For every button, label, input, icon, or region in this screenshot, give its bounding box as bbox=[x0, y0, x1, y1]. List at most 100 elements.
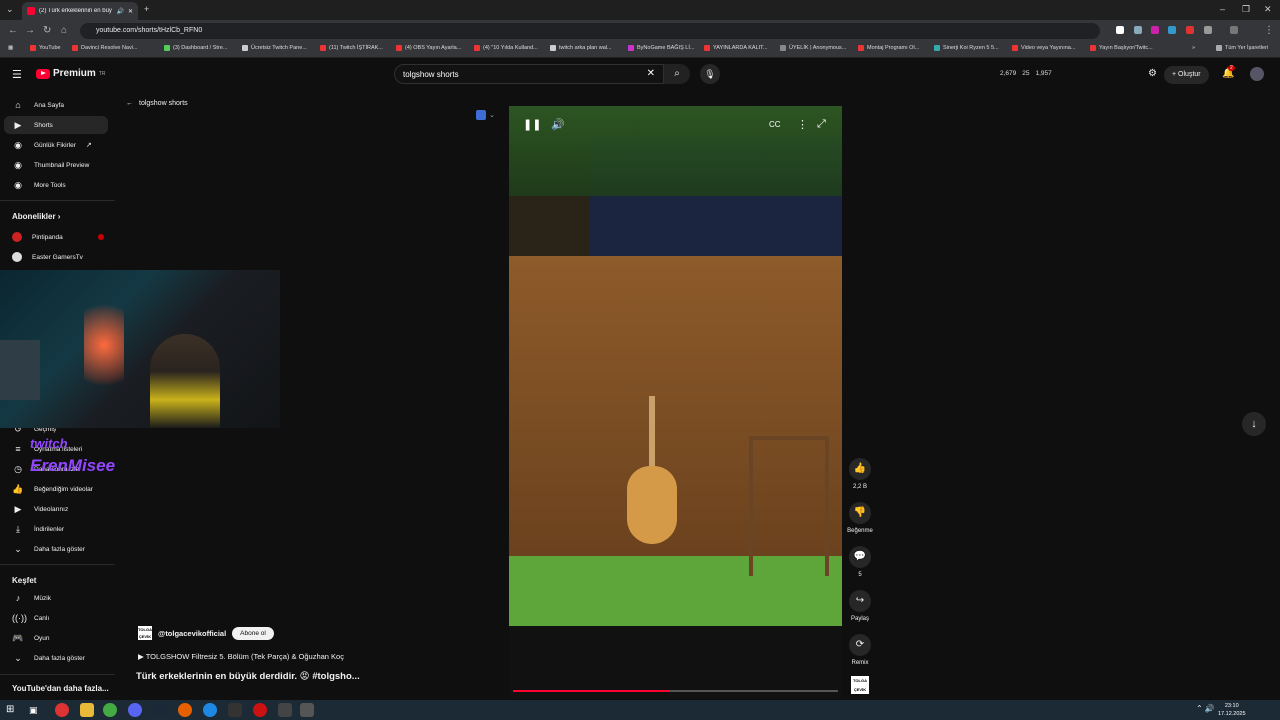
opera-gx-icon[interactable] bbox=[55, 703, 69, 717]
app-icon[interactable] bbox=[300, 703, 314, 717]
sidebar-item-music[interactable]: ♪ Müzik bbox=[4, 589, 108, 607]
video-progress-bar[interactable] bbox=[513, 690, 838, 692]
file-explorer-icon[interactable] bbox=[80, 703, 94, 717]
extension-icon[interactable] bbox=[1186, 26, 1194, 34]
bookmark[interactable]: YouTube bbox=[30, 45, 61, 51]
home-icon[interactable]: ⌂ bbox=[61, 25, 67, 36]
bookmark[interactable]: (11) Twitch İŞTİRAK... bbox=[320, 45, 383, 51]
volume-icon[interactable]: 🔊 bbox=[551, 118, 565, 131]
voice-search-button[interactable]: 🎙 bbox=[700, 64, 720, 84]
avatar[interactable] bbox=[1250, 67, 1264, 81]
menu-icon[interactable]: ☰ bbox=[12, 68, 22, 81]
system-clock[interactable]: 23:10 17.12.2025 bbox=[1218, 702, 1246, 718]
back-arrow-icon[interactable]: ← bbox=[126, 100, 133, 107]
obs-icon[interactable] bbox=[228, 703, 242, 717]
extension-icon[interactable] bbox=[1151, 26, 1159, 34]
captions-icon[interactable]: CC bbox=[769, 120, 781, 129]
reload-icon[interactable]: ↻ bbox=[43, 25, 51, 36]
sidebar-item-gaming[interactable]: 🎮 Oyun bbox=[4, 629, 108, 647]
back-icon[interactable]: ← bbox=[8, 25, 18, 36]
sidebar-item-thumbnail-preview[interactable]: ◉ Thumbnail Preview bbox=[4, 156, 108, 174]
bookmark[interactable]: Yayın Başlıyor/Twitc... bbox=[1090, 45, 1153, 51]
bookmark[interactable]: (3) Dashboard / Stre... bbox=[164, 45, 227, 51]
sidebar-item-easter-gamerstv[interactable]: Easter GamersTv bbox=[4, 248, 108, 266]
forward-icon[interactable]: → bbox=[25, 25, 35, 36]
bookmark[interactable]: Video veya Yayınına... bbox=[1012, 45, 1075, 51]
tray-icons[interactable]: ⌃ 🔊 bbox=[1196, 704, 1215, 713]
subscriptions-header[interactable]: Abonelikler › bbox=[12, 212, 60, 221]
chrome-icon[interactable] bbox=[103, 703, 117, 717]
fullscreen-icon[interactable]: ⤢ bbox=[817, 118, 826, 131]
sidebar-item-liked-videos[interactable]: 👍 Beğendiğim videolar bbox=[4, 480, 108, 498]
subscribe-button[interactable]: Abone ol bbox=[232, 626, 274, 640]
opera-icon[interactable] bbox=[253, 703, 267, 717]
chat-icon[interactable]: ⚙ bbox=[1148, 68, 1157, 79]
sidebar-item-downloads[interactable]: ⤓ İndirilenler bbox=[4, 520, 108, 538]
clear-search-icon[interactable]: ✕ bbox=[647, 68, 655, 79]
sidebar-item-pintipanda[interactable]: Pintipanda bbox=[4, 228, 108, 246]
browser-tab[interactable]: (2) Türk erkeklerinin en büy... 🔊 ✕ bbox=[22, 2, 138, 20]
sidebar-item-shorts[interactable]: ▶ Shorts bbox=[4, 116, 108, 134]
shorts-video-player[interactable]: ❚❚ 🔊 CC ⋮ ⤢ bbox=[509, 106, 842, 698]
tab-audio-icon[interactable]: 🔊 bbox=[116, 8, 123, 15]
browser-menu-icon[interactable]: ⋮ bbox=[1264, 25, 1274, 36]
bookmark[interactable]: Davinci Resolve Navi... bbox=[72, 45, 138, 51]
extension-icon[interactable] bbox=[1168, 26, 1176, 34]
address-bar[interactable]: youtube.com/shorts/tHzlCb_RFN0 bbox=[80, 23, 1100, 39]
notifications-button[interactable]: 🔔 2 bbox=[1222, 65, 1235, 79]
discord-icon[interactable] bbox=[128, 703, 142, 717]
search-input[interactable]: tolgshow shorts ✕ bbox=[394, 64, 664, 84]
bookmark[interactable]: ÜYELİK | Anonymous... bbox=[780, 45, 846, 51]
breadcrumb[interactable]: ← tolgshow shorts bbox=[126, 100, 188, 107]
pause-icon[interactable]: ❚❚ bbox=[523, 118, 541, 131]
comments-button[interactable]: 💬 5 bbox=[845, 546, 875, 578]
minimize-icon[interactable]: – bbox=[1220, 4, 1225, 14]
channel-logo[interactable]: TOLGA ÇEVİK bbox=[138, 626, 152, 640]
related-video-link[interactable]: ▶ TOLGSHOW Filtresiz 5. Bölüm (Tek Parça… bbox=[138, 652, 344, 661]
new-tab-icon[interactable]: + bbox=[144, 4, 149, 14]
app-icon[interactable] bbox=[278, 703, 292, 717]
window-close-icon[interactable]: ✕ bbox=[1264, 4, 1272, 15]
channel-handle[interactable]: @tolgacevikofficial bbox=[158, 629, 226, 638]
extension-icon[interactable] bbox=[1134, 26, 1142, 34]
create-button[interactable]: + Oluştur bbox=[1164, 66, 1209, 84]
search-button[interactable]: ⌕ bbox=[664, 64, 690, 84]
quality-selector[interactable]: ⌄ bbox=[476, 109, 502, 121]
bookmark[interactable]: twitch arka plan wal... bbox=[550, 45, 612, 51]
sidebar-item-home[interactable]: ⌂ Ana Sayfa bbox=[4, 96, 108, 114]
sidebar-item-show-more[interactable]: ⌄ Daha fazla göster bbox=[4, 540, 108, 558]
profile-icon[interactable] bbox=[1230, 26, 1238, 34]
youtube-logo[interactable]: Premium TR bbox=[36, 68, 105, 79]
remix-button[interactable]: ⟳ Remix bbox=[845, 634, 875, 666]
bookmark[interactable]: Sinerji Koi Ryzen 5 5... bbox=[934, 45, 999, 51]
app-icon[interactable] bbox=[203, 703, 217, 717]
task-view-icon[interactable]: ▣ bbox=[29, 703, 43, 717]
bookmark[interactable]: YAYINLARDA KALIT... bbox=[704, 45, 768, 51]
extension-icon[interactable] bbox=[1116, 26, 1124, 34]
steam-icon[interactable] bbox=[153, 703, 167, 717]
sidebar-item-show-more-explore[interactable]: ⌄ Daha fazla göster bbox=[4, 649, 108, 667]
all-bookmarks[interactable]: Tüm Yer İşaretleri bbox=[1216, 45, 1268, 51]
next-video-button[interactable]: ↓ bbox=[1242, 412, 1266, 436]
more-bookmarks-icon[interactable]: » bbox=[1192, 45, 1195, 51]
sound-source-thumbnail[interactable]: TOLGA ÇEVİK bbox=[851, 676, 869, 694]
maximize-icon[interactable]: ❐ bbox=[1242, 4, 1250, 15]
bookmark[interactable]: (4) "10 Yılda Kulland... bbox=[474, 45, 538, 51]
sidebar-item-more-tools[interactable]: ◉ More Tools bbox=[4, 176, 108, 194]
bookmark[interactable]: Ücretsiz Twitch Pane... bbox=[242, 45, 307, 51]
more-options-icon[interactable]: ⋮ bbox=[797, 118, 808, 131]
tab-search-icon[interactable]: ⌄ bbox=[6, 4, 14, 15]
share-button[interactable]: ↪ Paylaş bbox=[845, 590, 875, 622]
firefox-icon[interactable] bbox=[178, 703, 192, 717]
bookmark[interactable]: (4) OBS Yayın Ayarla... bbox=[396, 45, 461, 51]
sidebar-item-gunluk-fikirler[interactable]: ◉ Günlük Fikirler ↗ bbox=[4, 136, 108, 154]
extensions-puzzle-icon[interactable] bbox=[1204, 26, 1212, 34]
sidebar-item-live[interactable]: ((·)) Canlı bbox=[4, 609, 108, 627]
apps-icon[interactable]: ▦ bbox=[8, 45, 13, 51]
sidebar-item-your-videos[interactable]: ▶ Videolarınız bbox=[4, 500, 108, 518]
like-button[interactable]: 👍 2,2 B bbox=[845, 458, 875, 490]
windows-start-icon[interactable]: ⊞ bbox=[6, 703, 20, 717]
bookmark[interactable]: ByNoGame BAĞIŞ Lİ... bbox=[628, 45, 694, 51]
tab-close-icon[interactable]: ✕ bbox=[128, 8, 133, 15]
bookmark[interactable]: Montaj Programı Ol... bbox=[858, 45, 919, 51]
